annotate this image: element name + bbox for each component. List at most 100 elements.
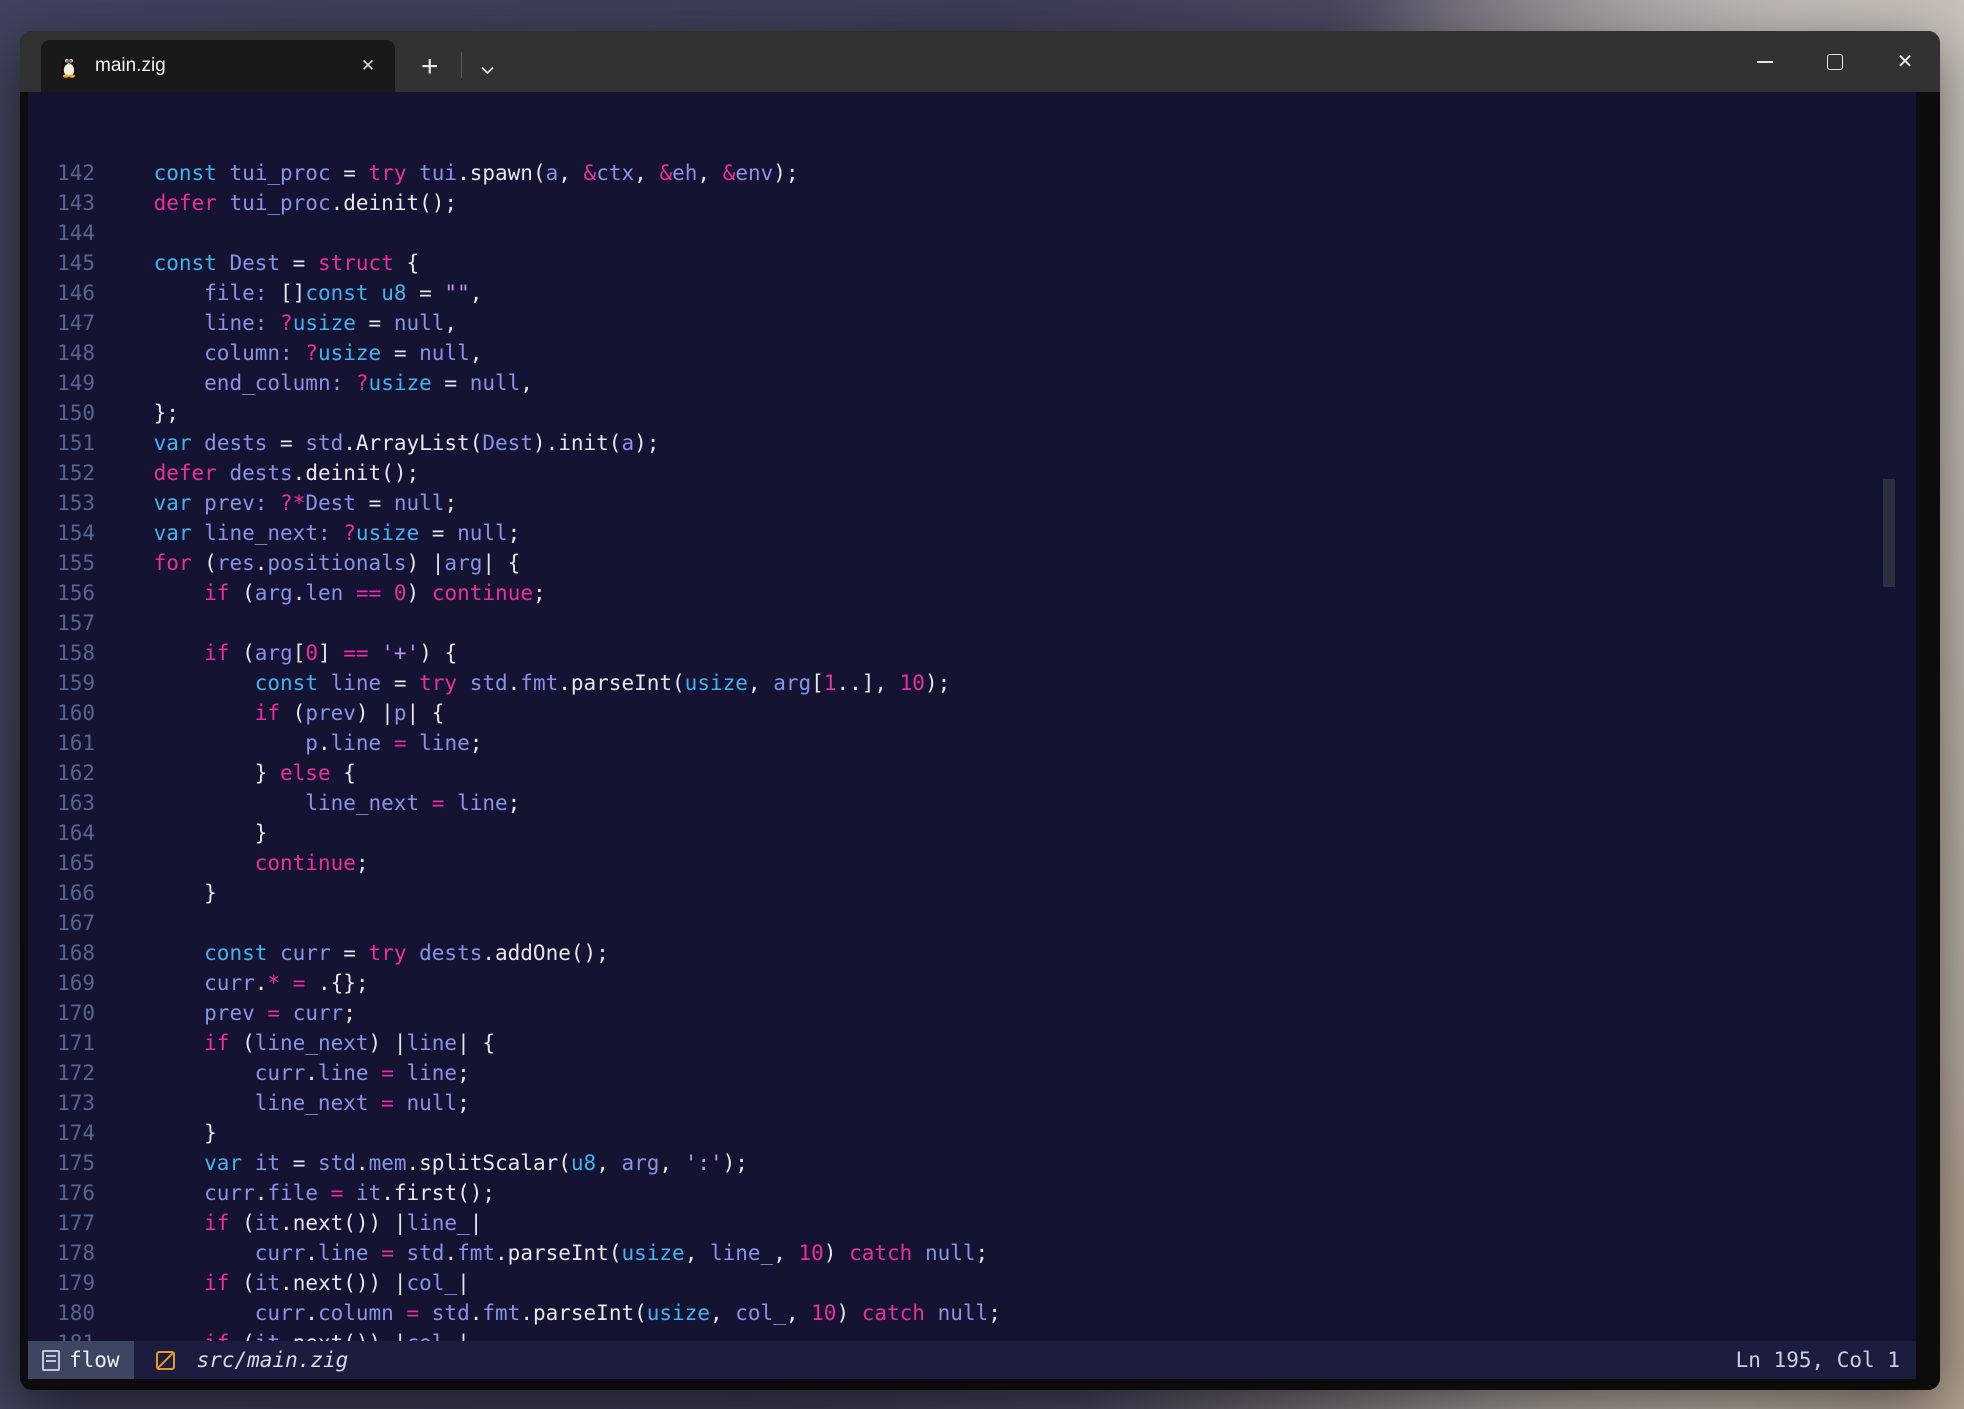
code-line: 181 if (it.next()) |col_| [28, 1328, 1916, 1341]
line-number: 152 [28, 458, 95, 488]
code-line: 175 var it = std.mem.splitScalar(u8, arg… [28, 1148, 1916, 1178]
line-number: 180 [28, 1298, 95, 1328]
code-line: 163 line_next = line; [28, 788, 1916, 818]
maximize-icon [1827, 54, 1843, 70]
code-line: 158 if (arg[0] == '+') { [28, 638, 1916, 668]
line-number: 150 [28, 398, 95, 428]
line-number: 176 [28, 1178, 95, 1208]
maximize-button[interactable] [1800, 31, 1870, 92]
line-number: 147 [28, 308, 95, 338]
line-number: 165 [28, 848, 95, 878]
line-number: 174 [28, 1118, 95, 1148]
line-number: 156 [28, 578, 95, 608]
line-number: 177 [28, 1208, 95, 1238]
tab-dropdown-chevron-icon[interactable] [480, 65, 495, 76]
line-number: 181 [28, 1328, 95, 1341]
minimize-button[interactable] [1730, 31, 1800, 92]
line-number: 155 [28, 548, 95, 578]
code-line: 149 end_column: ?usize = null, [28, 368, 1916, 398]
editor-terminal: 142 const tui_proc = try tui.spawn(a, &c… [28, 92, 1916, 1379]
code-line: 168 const curr = try dests.addOne(); [28, 938, 1916, 968]
code-line: 147 line: ?usize = null, [28, 308, 1916, 338]
code-line: 142 const tui_proc = try tui.spawn(a, &c… [28, 158, 1916, 188]
line-number: 166 [28, 878, 95, 908]
modified-indicator-icon [156, 1351, 175, 1370]
code-line: 150 }; [28, 398, 1916, 428]
code-line: 166 } [28, 878, 1916, 908]
line-number: 146 [28, 278, 95, 308]
code-line: 171 if (line_next) |line| { [28, 1028, 1916, 1058]
line-number: 173 [28, 1088, 95, 1118]
line-number: 175 [28, 1148, 95, 1178]
code-line: 156 if (arg.len == 0) continue; [28, 578, 1916, 608]
line-number: 164 [28, 818, 95, 848]
code-line: 173 line_next = null; [28, 1088, 1916, 1118]
code-line: 178 curr.line = std.fmt.parseInt(usize, … [28, 1238, 1916, 1268]
code-line: 148 column: ?usize = null, [28, 338, 1916, 368]
code-area[interactable]: 142 const tui_proc = try tui.spawn(a, &c… [28, 92, 1916, 1341]
code-line: 177 if (it.next()) |line_| [28, 1208, 1916, 1238]
line-number: 169 [28, 968, 95, 998]
flow-app-badge: flow [28, 1341, 134, 1379]
line-number: 145 [28, 248, 95, 278]
line-number: 163 [28, 788, 95, 818]
line-number: 171 [28, 1028, 95, 1058]
code-line: 143 defer tui_proc.deinit(); [28, 188, 1916, 218]
code-line: 167 [28, 908, 1916, 938]
line-number: 151 [28, 428, 95, 458]
linux-penguin-icon [57, 54, 81, 78]
line-number: 148 [28, 338, 95, 368]
code-line: 157 [28, 608, 1916, 638]
line-number: 160 [28, 698, 95, 728]
tabbar-divider [461, 52, 462, 78]
close-icon: ✕ [1897, 52, 1914, 72]
code-line: 154 var line_next: ?usize = null; [28, 518, 1916, 548]
close-button[interactable]: ✕ [1870, 31, 1940, 92]
code-line: 153 var prev: ?*Dest = null; [28, 488, 1916, 518]
code-lines: 142 const tui_proc = try tui.spawn(a, &c… [28, 158, 1916, 1341]
document-icon [42, 1350, 60, 1371]
code-line: 144 [28, 218, 1916, 248]
line-number: 157 [28, 608, 95, 638]
line-number: 167 [28, 908, 95, 938]
scrollbar-thumb[interactable] [1883, 479, 1895, 587]
code-line: 155 for (res.positionals) |arg| { [28, 548, 1916, 578]
code-line: 179 if (it.next()) |col_| [28, 1268, 1916, 1298]
line-number: 178 [28, 1238, 95, 1268]
line-number: 168 [28, 938, 95, 968]
code-line: 165 continue; [28, 848, 1916, 878]
line-number: 172 [28, 1058, 95, 1088]
status-bar: flow src/main.zig Ln 195, Col 1 [28, 1341, 1916, 1379]
line-number: 162 [28, 758, 95, 788]
minimize-icon [1757, 61, 1773, 63]
code-line: 170 prev = curr; [28, 998, 1916, 1028]
line-number: 170 [28, 998, 95, 1028]
code-line: 146 file: []const u8 = "", [28, 278, 1916, 308]
app-name: flow [69, 1348, 120, 1372]
tab-close-icon[interactable]: ✕ [353, 51, 383, 81]
code-line: 160 if (prev) |p| { [28, 698, 1916, 728]
code-line: 180 curr.column = std.fmt.parseInt(usize… [28, 1298, 1916, 1328]
code-line: 169 curr.* = .{}; [28, 968, 1916, 998]
line-number: 154 [28, 518, 95, 548]
code-line: 145 const Dest = struct { [28, 248, 1916, 278]
line-number: 153 [28, 488, 95, 518]
code-line: 161 p.line = line; [28, 728, 1916, 758]
code-line: 164 } [28, 818, 1916, 848]
tab-main-zig[interactable]: main.zig ✕ [41, 40, 395, 92]
code-line: 172 curr.line = line; [28, 1058, 1916, 1088]
code-line: 162 } else { [28, 758, 1916, 788]
tab-title: main.zig [95, 55, 353, 77]
line-number: 144 [28, 218, 95, 248]
window-controls: ✕ [1730, 31, 1940, 92]
code-line: 152 defer dests.deinit(); [28, 458, 1916, 488]
code-line: 151 var dests = std.ArrayList(Dest).init… [28, 428, 1916, 458]
code-line: 174 } [28, 1118, 1916, 1148]
terminal-window: main.zig ✕ + ✕ 142 const tui_proc = try … [20, 31, 1940, 1390]
line-number: 142 [28, 158, 95, 188]
code-line: 176 curr.file = it.first(); [28, 1178, 1916, 1208]
new-tab-button[interactable]: + [421, 52, 439, 82]
line-number: 179 [28, 1268, 95, 1298]
line-number: 149 [28, 368, 95, 398]
line-number: 143 [28, 188, 95, 218]
